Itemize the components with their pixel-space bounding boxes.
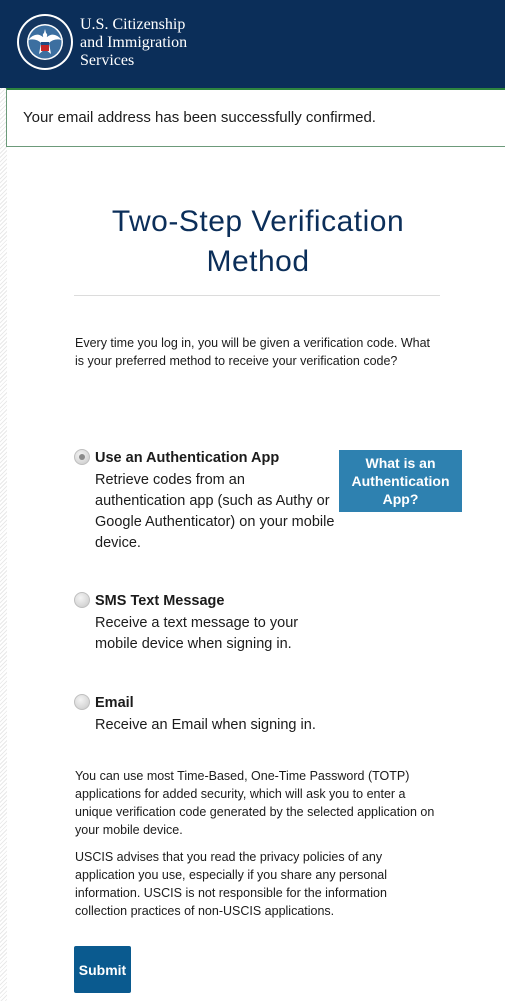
title-divider	[74, 295, 440, 296]
option-description-sms: Receive a text message to your mobile de…	[95, 615, 299, 652]
option-email[interactable]: Email Receive an Email when signing in.	[74, 694, 339, 764]
agency-name-line-2: and Immigration	[80, 34, 188, 51]
what-is-authentication-app-button[interactable]: What is an Authentication App?	[339, 450, 462, 512]
page-side-pattern	[0, 0, 7, 1001]
option-authentication-app[interactable]: Use an Authentication App Retrieve codes…	[74, 449, 339, 559]
option-label-email: Email	[95, 695, 134, 711]
option-description-email: Receive an Email when signing in.	[95, 717, 316, 733]
page-title: Two-Step Verification Method	[111, 205, 405, 278]
intro-text: Every time you log in, you will be given…	[75, 336, 431, 368]
option-description-authentication-app: Retrieve codes from an authentication ap…	[95, 472, 335, 551]
site-header: U.S. Citizenship and Immigration Service…	[0, 0, 505, 88]
submit-button[interactable]: Submit	[74, 946, 131, 993]
privacy-note: USCIS advises that you read the privacy …	[75, 850, 387, 918]
radio-authentication-app[interactable]	[74, 449, 90, 465]
success-banner: Your email address has been successfully…	[6, 88, 505, 147]
option-label-authentication-app: Use an Authentication App	[95, 450, 280, 466]
option-sms[interactable]: SMS Text Message Receive a text message …	[74, 592, 339, 662]
agency-name-line-1: U.S. Citizenship	[80, 16, 186, 33]
totp-note: You can use most Time-Based, One-Time Pa…	[75, 769, 435, 837]
agency-name-line-3: Services	[80, 52, 135, 69]
radio-sms[interactable]	[74, 592, 90, 608]
agency-name[interactable]: U.S. Citizenship and Immigration Service…	[80, 16, 280, 70]
success-message: Your email address has been successfully…	[23, 109, 376, 126]
option-label-sms: SMS Text Message	[95, 593, 225, 609]
dhs-seal-icon	[17, 14, 73, 70]
radio-email[interactable]	[74, 694, 90, 710]
